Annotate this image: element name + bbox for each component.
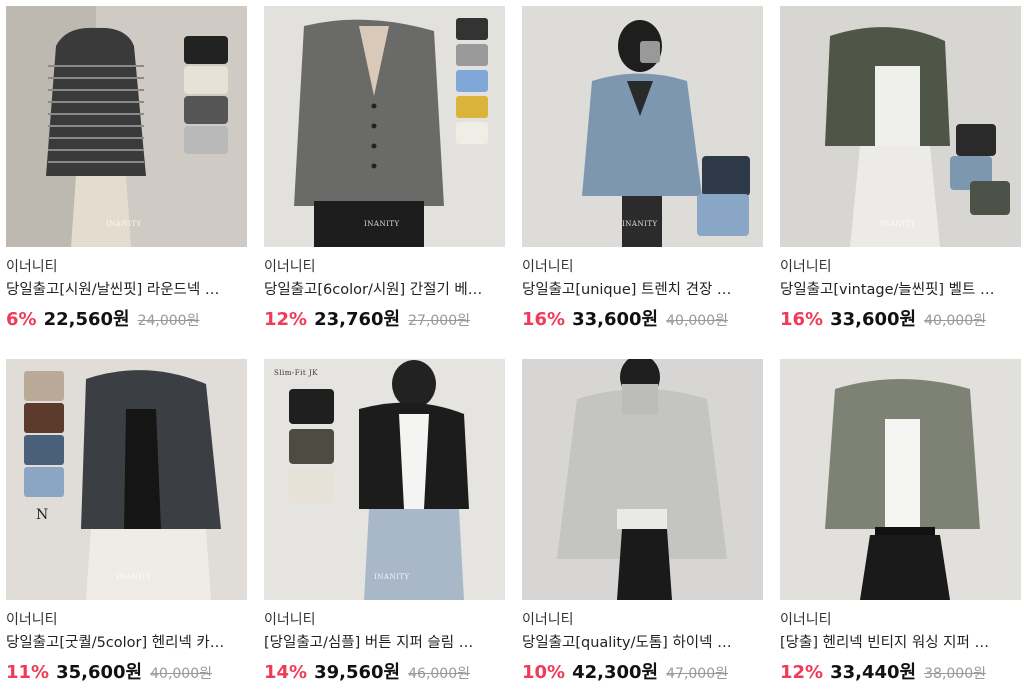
product-image[interactable]: INANITY bbox=[780, 6, 1021, 247]
price-row: 16% 33,600원 40,000원 bbox=[780, 305, 1021, 330]
product-card[interactable]: INANITY 이너니티 당일출고[시원/날씬핏] 라운드넥 … 6% 22,5… bbox=[6, 6, 247, 333]
product-image[interactable] bbox=[522, 359, 763, 600]
watermark: INANITY bbox=[622, 220, 658, 228]
watermark: INANITY bbox=[364, 220, 400, 228]
product-card[interactable]: Slim-Fit JK INANITY 이너니티 [당일출고/심플] 버튼 지퍼… bbox=[264, 359, 505, 686]
product-photo bbox=[522, 359, 763, 600]
discount-rate: 6% bbox=[6, 309, 37, 330]
brand-name: 이너니티 bbox=[264, 612, 316, 628]
discount-rate: 16% bbox=[780, 309, 824, 330]
watermark: INANITY bbox=[106, 220, 142, 228]
product-image[interactable]: INANITY bbox=[264, 6, 505, 247]
product-card[interactable]: N INANITY 이너니티 당일출고[굿퀄/5color] 헨리넥 카… 11… bbox=[6, 359, 247, 686]
product-title[interactable]: 당일출고[unique] 트렌치 견장 … bbox=[522, 280, 763, 300]
sale-price: 35,600원 bbox=[56, 662, 143, 683]
product-title[interactable]: [당출] 헨리넥 빈티지 워싱 지퍼 … bbox=[780, 633, 1021, 653]
original-price: 40,000원 bbox=[924, 313, 986, 329]
watermark: INANITY bbox=[374, 573, 410, 581]
original-price: 27,000원 bbox=[408, 313, 470, 329]
sale-price: 39,560원 bbox=[314, 662, 401, 683]
price-row: 10% 42,300원 47,000원 bbox=[522, 658, 763, 683]
price-row: 12% 33,440원 38,000원 bbox=[780, 658, 1021, 683]
product-photo bbox=[780, 359, 1021, 600]
discount-rate: 16% bbox=[522, 309, 566, 330]
product-card[interactable]: 이너니티 [당출] 헨리넥 빈티지 워싱 지퍼 … 12% 33,440원 38… bbox=[780, 359, 1021, 686]
brand-name: 이너니티 bbox=[780, 259, 832, 275]
price-row: 12% 23,760원 27,000원 bbox=[264, 305, 505, 330]
product-image[interactable]: Slim-Fit JK INANITY bbox=[264, 359, 505, 600]
product-image[interactable]: N INANITY bbox=[6, 359, 247, 600]
product-card[interactable]: INANITY 이너니티 당일출고[6color/시원] 간절기 베… 12% … bbox=[264, 6, 505, 333]
product-photo bbox=[522, 6, 763, 247]
product-photo bbox=[264, 6, 505, 247]
brand-name: 이너니티 bbox=[522, 612, 574, 628]
product-image[interactable]: INANITY bbox=[522, 6, 763, 247]
sale-price: 33,600원 bbox=[830, 309, 917, 330]
product-photo: N bbox=[6, 359, 247, 600]
product-photo bbox=[6, 6, 247, 247]
product-image[interactable] bbox=[780, 359, 1021, 600]
discount-rate: 11% bbox=[6, 662, 50, 683]
original-price: 38,000원 bbox=[924, 666, 986, 682]
product-title[interactable]: 당일출고[6color/시원] 간절기 베… bbox=[264, 280, 505, 300]
product-card[interactable]: INANITY 이너니티 당일출고[unique] 트렌치 견장 … 16% 3… bbox=[522, 6, 763, 333]
brand-name: 이너니티 bbox=[6, 612, 58, 628]
product-title[interactable]: 당일출고[vintage/늘씬핏] 벨트 … bbox=[780, 280, 1021, 300]
product-card[interactable]: 이너니티 당일출고[quality/도톰] 하이넥 … 10% 42,300원 … bbox=[522, 359, 763, 686]
product-image[interactable]: INANITY bbox=[6, 6, 247, 247]
svg-text:N: N bbox=[36, 507, 48, 523]
brand-name: 이너니티 bbox=[780, 612, 832, 628]
product-photo bbox=[264, 359, 505, 600]
watermark: INANITY bbox=[880, 220, 916, 228]
sale-price: 33,440원 bbox=[830, 662, 917, 683]
discount-rate: 12% bbox=[264, 309, 308, 330]
sale-price: 42,300원 bbox=[572, 662, 659, 683]
original-price: 46,000원 bbox=[408, 666, 470, 682]
product-grid: INANITY 이너니티 당일출고[시원/날씬핏] 라운드넥 … 6% 22,5… bbox=[6, 6, 1021, 686]
price-row: 16% 33,600원 40,000원 bbox=[522, 305, 763, 330]
image-caption: Slim-Fit JK bbox=[274, 369, 318, 377]
product-title[interactable]: 당일출고[quality/도톰] 하이넥 … bbox=[522, 633, 763, 653]
product-card[interactable]: INANITY 이너니티 당일출고[vintage/늘씬핏] 벨트 … 16% … bbox=[780, 6, 1021, 333]
original-price: 47,000원 bbox=[666, 666, 728, 682]
original-price: 40,000원 bbox=[666, 313, 728, 329]
product-title[interactable]: 당일출고[시원/날씬핏] 라운드넥 … bbox=[6, 280, 247, 300]
original-price: 24,000원 bbox=[137, 313, 200, 329]
sale-price: 23,760원 bbox=[314, 309, 401, 330]
brand-name: 이너니티 bbox=[264, 259, 316, 275]
price-row: 14% 39,560원 46,000원 bbox=[264, 658, 505, 683]
brand-name: 이너니티 bbox=[522, 259, 574, 275]
product-title[interactable]: 당일출고[굿퀄/5color] 헨리넥 카… bbox=[6, 633, 247, 653]
price-row: 11% 35,600원 40,000원 bbox=[6, 658, 247, 683]
price-row: 6% 22,560원 24,000원 bbox=[6, 305, 247, 330]
discount-rate: 10% bbox=[522, 662, 566, 683]
discount-rate: 12% bbox=[780, 662, 824, 683]
watermark: INANITY bbox=[116, 573, 152, 581]
product-title[interactable]: [당일출고/심플] 버튼 지퍼 슬림 … bbox=[264, 633, 505, 653]
sale-price: 22,560원 bbox=[43, 309, 130, 330]
brand-name: 이너니티 bbox=[6, 259, 58, 275]
original-price: 40,000원 bbox=[150, 666, 212, 682]
discount-rate: 14% bbox=[264, 662, 308, 683]
sale-price: 33,600원 bbox=[572, 309, 659, 330]
product-photo bbox=[780, 6, 1021, 247]
